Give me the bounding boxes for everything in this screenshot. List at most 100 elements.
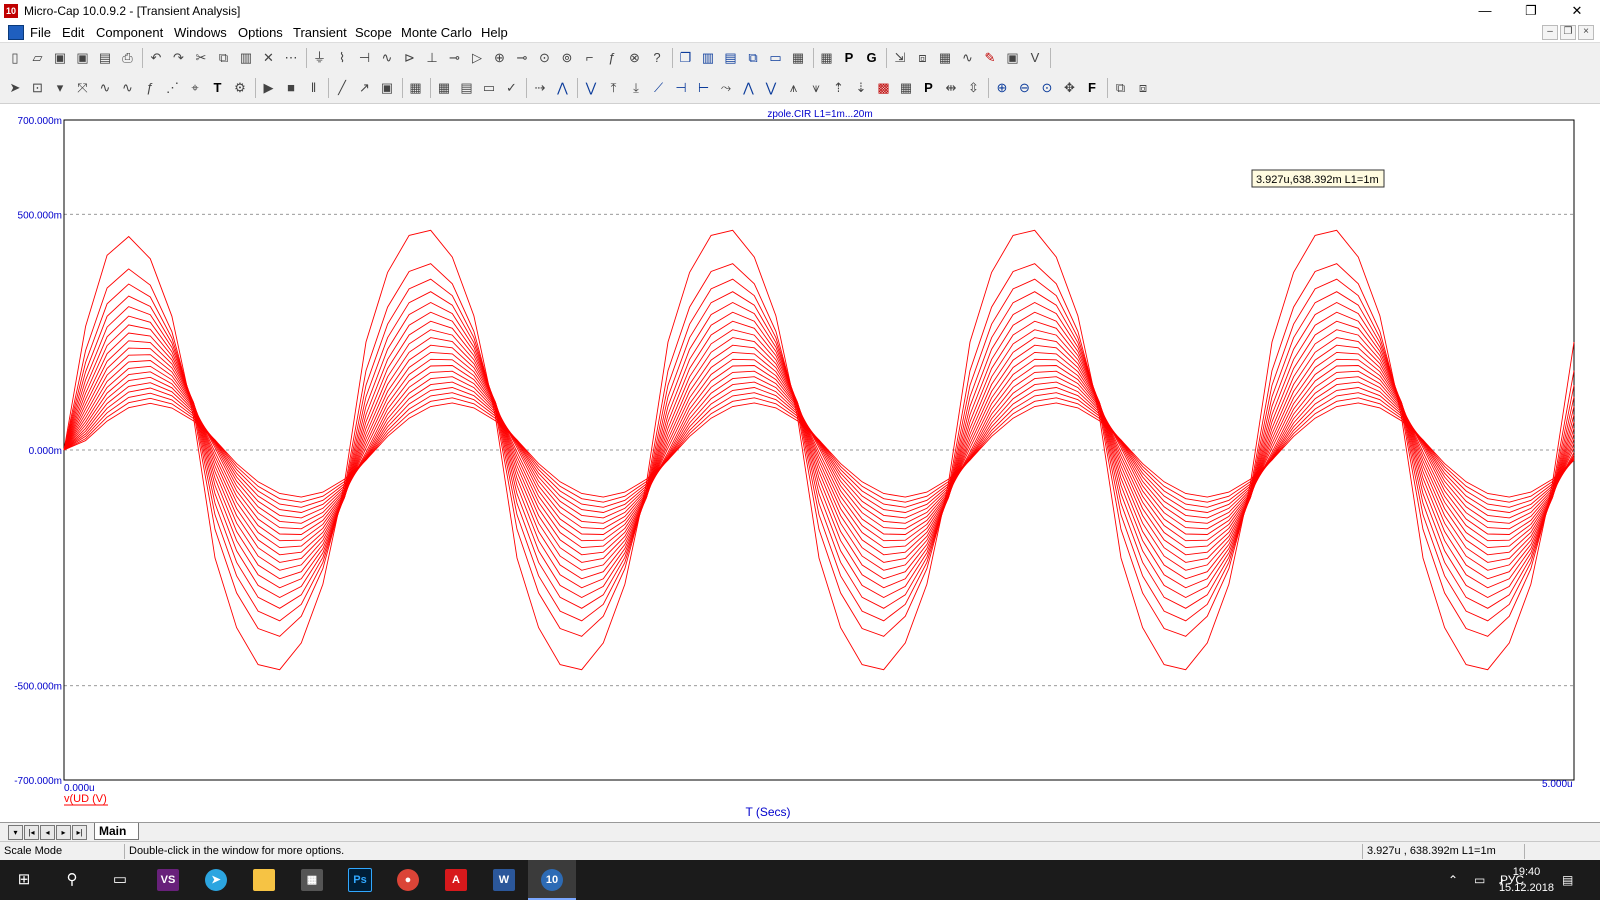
menu-file[interactable]: File [30,25,51,40]
first-tab-button[interactable]: |◂ [24,825,39,840]
trace-line[interactable] [63,402,1575,498]
data-points-icon[interactable]: ⋰ [164,79,182,97]
battery-tray-icon[interactable]: ▭ [1474,860,1485,900]
print-icon[interactable]: ⎙ [119,49,137,67]
tile-vertical-icon[interactable]: ▥ [699,49,717,67]
wire-icon[interactable]: ⌐ [581,49,599,67]
image-icon[interactable]: ▣ [1004,49,1022,67]
document-icon[interactable] [8,25,24,40]
minimize-button[interactable]: — [1462,0,1508,22]
mdi-restore-button[interactable]: ❐ [1560,25,1576,40]
diode-icon[interactable]: ⊳ [401,49,419,67]
analysis-icon[interactable]: ⧈ [914,49,932,67]
zoom-out-icon[interactable]: ⊖ [1016,79,1034,97]
next-peak-icon[interactable]: ⋀ [740,79,758,97]
source-icon[interactable]: ⊕ [491,49,509,67]
search-icon[interactable]: ⚲ [48,860,96,900]
prev-valley-icon[interactable]: ⋁ [762,79,780,97]
save-icon[interactable]: ▣ [51,49,69,67]
file-explorer-icon[interactable] [240,860,288,900]
restore-plot-icon[interactable]: ⧈ [1134,79,1152,97]
table-icon[interactable]: ▤ [458,79,476,97]
menu-transient[interactable]: Transient [293,25,347,40]
p-icon[interactable]: P [840,49,858,67]
low-icon[interactable]: ⤓ [627,79,645,97]
zoom-box-icon[interactable]: ⊡ [29,79,47,97]
vertical-tag-icon[interactable]: ⇳ [965,79,983,97]
probe-icon[interactable]: ⇲ [891,49,909,67]
menu-help[interactable]: Help [481,25,508,40]
tag-icon[interactable]: ⌖ [186,79,204,97]
trace-line[interactable] [63,351,1575,549]
fx-cursor-icon[interactable]: ƒ [141,79,159,97]
trace-line[interactable] [63,370,1575,530]
inductor-icon[interactable]: ∿ [378,49,396,67]
bottom-icon[interactable]: ⇣ [852,79,870,97]
trace-line[interactable] [63,278,1575,622]
global-high-icon[interactable]: ⩚ [785,79,803,97]
zoom-fit-icon[interactable]: ⊙ [1038,79,1056,97]
vd-icon[interactable]: V [1026,49,1044,67]
new-file-icon[interactable]: ▯ [6,49,24,67]
trace-line[interactable] [63,229,1575,671]
cursor-icon[interactable]: ∿ [96,79,114,97]
last-tab-button[interactable]: ▸| [72,825,87,840]
valley-icon[interactable]: ⋁ [582,79,600,97]
menu-options[interactable]: Options [238,25,283,40]
inflection-icon[interactable]: ⤳ [717,79,735,97]
top-icon[interactable]: ⇡ [830,79,848,97]
restore-button[interactable]: ❐ [1508,0,1554,22]
photoshop-icon[interactable]: Ps [336,860,384,900]
word-icon[interactable]: W [480,860,528,900]
global-low-icon[interactable]: ⩛ [807,79,825,97]
battery-icon[interactable]: ⊥ [423,49,441,67]
left-cursor-icon[interactable]: ⊣ [672,79,690,97]
cursor2-icon[interactable]: ∿ [119,79,137,97]
g-icon[interactable]: G [863,49,881,67]
mark-icon[interactable]: ⇢ [531,79,549,97]
slope-icon[interactable]: ⟋ [650,79,668,97]
tick-icon[interactable]: ✓ [503,79,521,97]
mdi-close-button[interactable]: × [1578,25,1594,40]
copy-icon[interactable]: ⧉ [215,49,233,67]
pan-icon[interactable]: ✥ [1061,79,1079,97]
visual-studio-icon[interactable]: VS [144,860,192,900]
paste-icon[interactable]: ▥ [237,49,255,67]
grid-icon[interactable]: ▦ [407,79,425,97]
print-preview-icon[interactable]: ▤ [96,49,114,67]
tile-horizontal-icon[interactable]: ▤ [722,49,740,67]
trace-line[interactable] [63,365,1575,535]
trace-line[interactable] [63,381,1575,519]
microcap-icon[interactable]: 10 [528,860,576,900]
telegram-icon[interactable]: ➤ [192,860,240,900]
right-cursor-icon[interactable]: ⊢ [695,79,713,97]
tray-expand-icon[interactable]: ⌃ [1448,860,1458,900]
task-view-icon[interactable]: ▭ [96,860,144,900]
minor-grid-icon[interactable]: ▦ [435,79,453,97]
pause-icon[interactable]: ‖ [305,79,323,97]
peak-icon[interactable]: ⋀ [554,79,572,97]
run-icon[interactable]: ▶ [260,79,278,97]
capacitor-icon[interactable]: ⊣ [356,49,374,67]
cut-icon[interactable]: ✂ [192,49,210,67]
acrobat-icon[interactable]: A [432,860,480,900]
stepping-icon[interactable]: ▦ [936,49,954,67]
high-icon[interactable]: ⤒ [605,79,623,97]
plot-area[interactable]: zpole.CIR L1=1m...20m 700.000m 500.000m 0.… [0,104,1600,822]
vsource-icon[interactable]: ⊙ [536,49,554,67]
undo-icon[interactable]: ↶ [147,49,165,67]
fx-icon[interactable]: ƒ [603,49,621,67]
windows-start-icon[interactable]: ⊞ [0,860,48,900]
line-icon[interactable]: ╱ [333,79,351,97]
save-all-icon[interactable]: ▣ [74,49,92,67]
text-icon[interactable]: T [209,79,227,97]
menu-windows[interactable]: Windows [174,25,227,40]
menu-edit[interactable]: Edit [62,25,84,40]
tab-main[interactable]: Main [94,823,140,840]
sine-icon[interactable]: ∿ [959,49,977,67]
npn-icon[interactable]: ⊸ [446,49,464,67]
pointer-icon[interactable]: ➤ [6,79,24,97]
stop-icon[interactable]: ■ [282,79,300,97]
calculator-icon[interactable]: ▦ [789,49,807,67]
delete-icon[interactable]: ✕ [260,49,278,67]
